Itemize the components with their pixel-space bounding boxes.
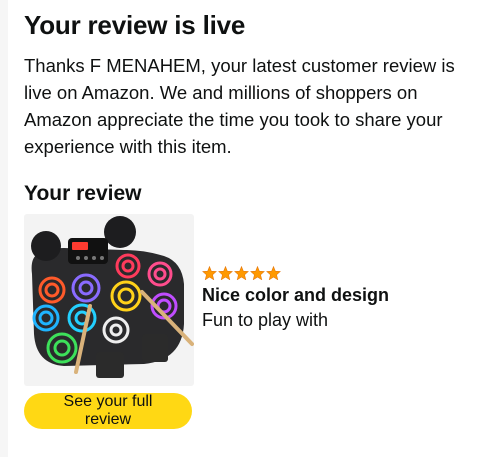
see-full-review-button[interactable]: See your full review	[24, 393, 192, 429]
star-icon	[250, 266, 265, 280]
star-icon	[218, 266, 233, 280]
review-title: Nice color and design	[202, 285, 390, 305]
confirmation-message: Thanks F MENAHEM, your latest customer r…	[24, 55, 455, 157]
product-image[interactable]	[24, 214, 194, 386]
section-title: Your review	[24, 182, 142, 205]
review-body: Fun to play with	[202, 310, 329, 330]
star-icon	[202, 266, 217, 280]
star-icon	[234, 266, 249, 280]
page-title: Your review is live	[24, 10, 246, 40]
left-edge-strip	[0, 0, 8, 457]
drum-kit-illustration	[31, 216, 194, 378]
star-rating	[202, 266, 281, 280]
star-icon	[266, 266, 281, 280]
